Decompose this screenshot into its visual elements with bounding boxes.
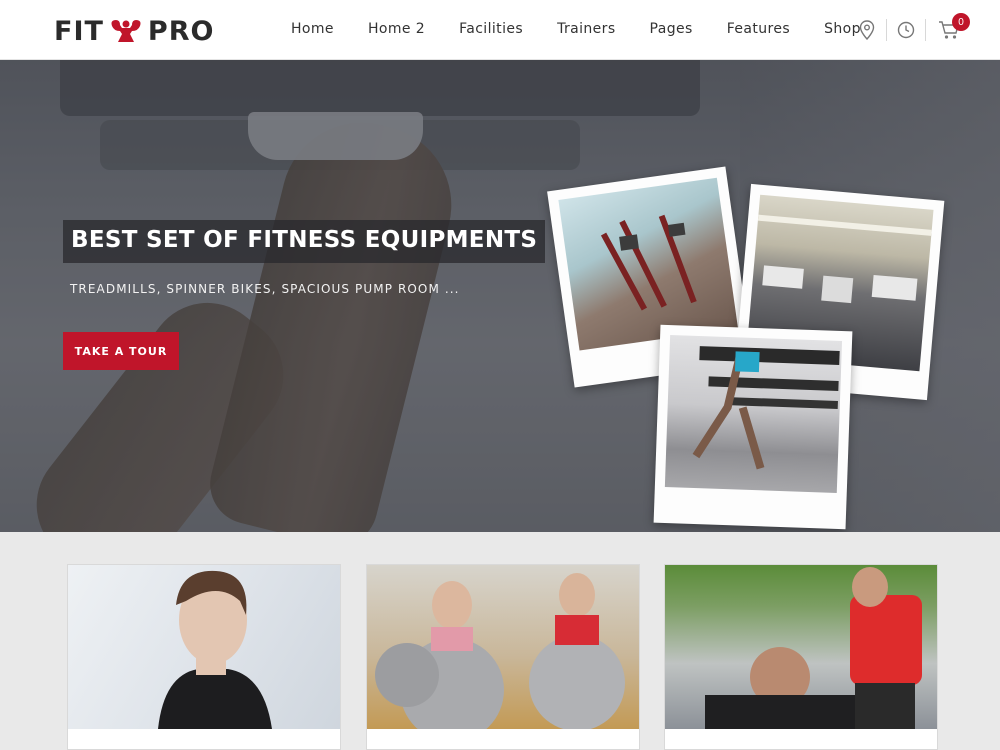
treadmills-image xyxy=(664,335,843,493)
brand-logo-left: FIT xyxy=(54,15,104,47)
personal-trainer-image xyxy=(665,565,937,729)
header-divider xyxy=(886,19,887,41)
nav-pages[interactable]: Pages xyxy=(650,21,693,39)
header-icons: 0 xyxy=(856,13,970,44)
nav-home[interactable]: Home xyxy=(291,21,334,39)
main-nav: Home Home 2 Facilities Trainers Pages Fe… xyxy=(291,21,861,39)
nav-home-2[interactable]: Home 2 xyxy=(368,21,425,39)
feature-card[interactable] xyxy=(366,564,640,750)
brand-logo-right: PRO xyxy=(147,15,215,47)
brand-logo[interactable]: FIT PRO xyxy=(54,15,215,47)
woman-portrait-image xyxy=(68,565,340,729)
elliptical-machines-image xyxy=(558,177,738,351)
hero-title: BEST SET OF FITNESS EQUIPMENTS xyxy=(63,220,546,263)
clock-icon[interactable] xyxy=(895,19,917,41)
fitness-ball-class-image xyxy=(367,565,639,729)
feature-card[interactable] xyxy=(67,564,341,750)
nav-trainers[interactable]: Trainers xyxy=(557,21,615,39)
hero-banner: BEST SET OF FITNESS EQUIPMENTS TREADMILL… xyxy=(0,60,1000,532)
cart-count-badge: 0 xyxy=(952,13,970,31)
flexing-bodybuilder-icon xyxy=(111,20,141,42)
nav-features[interactable]: Features xyxy=(727,21,790,39)
location-pin-icon[interactable] xyxy=(856,19,878,41)
hero-subtitle: TREADMILLS, SPINNER BIKES, SPACIOUS PUMP… xyxy=(70,282,460,296)
cart-icon[interactable]: 0 xyxy=(938,13,970,41)
polaroid-photo-treadmills xyxy=(653,324,853,530)
nav-facilities[interactable]: Facilities xyxy=(459,21,523,39)
take-a-tour-button[interactable]: TAKE A TOUR xyxy=(63,332,179,370)
site-header: FIT PRO Home Home 2 Facilities Trainers … xyxy=(0,0,1000,60)
header-divider xyxy=(925,19,926,41)
feature-card[interactable] xyxy=(664,564,938,750)
